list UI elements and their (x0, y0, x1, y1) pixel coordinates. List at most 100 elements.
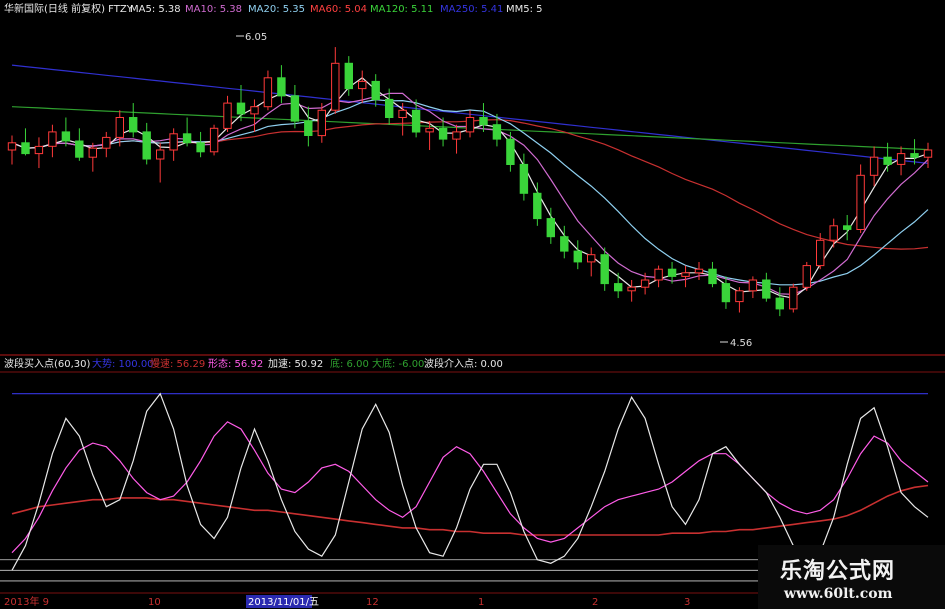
ma60-label: MA60: 5.04 (310, 4, 367, 15)
ma20-label: MA20: 5.35 (248, 4, 305, 15)
ma10-label: MA10: 5.38 (185, 4, 242, 15)
low-price-annotation: 4.56 (730, 338, 752, 349)
candle-up (7, 142, 17, 151)
candle-down (533, 192, 542, 220)
shape-label: 形态: 56.92 (208, 357, 263, 370)
time-label-sep: 2013年 9 (4, 595, 49, 608)
candle-up (358, 80, 367, 90)
candle-down (304, 120, 313, 136)
candle-up (156, 149, 165, 160)
candle-up (748, 279, 758, 292)
candle-down (843, 225, 852, 230)
candle-down (708, 268, 717, 285)
candle-up (425, 127, 434, 133)
candle-down (573, 250, 582, 263)
candle-down (560, 236, 569, 252)
candle-up (317, 109, 327, 137)
candle-up (34, 145, 44, 155)
candle-down (775, 297, 784, 310)
candle-down (129, 117, 138, 133)
candle-up (654, 268, 663, 281)
candle-up (640, 279, 650, 288)
candle-down (883, 156, 892, 165)
indicator-header: 波段买入点(60,30) 大势: 100.00 慢速: 56.29 形态: 56… (4, 357, 503, 370)
price-header: 华新国际(日线 前复权) FTZY MA5: 5.38 MA10: 5.38 M… (4, 2, 543, 15)
candle-down (411, 109, 421, 133)
candle-down (61, 131, 71, 142)
candle-down (75, 140, 84, 158)
candle-down (721, 283, 731, 303)
ma250-label: MA250: 5.41 (440, 4, 503, 15)
time-label-feb: 2 (592, 597, 598, 608)
candle-down (614, 283, 623, 292)
candle-down (344, 62, 354, 90)
big-trend-label: 大势: 100.00 (92, 357, 154, 370)
candle-down (290, 95, 300, 122)
watermark-logo-text: 乐淘公式网 (780, 559, 896, 584)
accel-label: 加速: 50.92 (268, 358, 323, 370)
candle-up (48, 131, 57, 147)
candle-down (519, 163, 529, 194)
candle-down (277, 77, 286, 97)
candle-up (331, 62, 340, 111)
candle-up (923, 149, 933, 158)
candle-down (506, 138, 515, 165)
bottom-label: 底: 6.00 (330, 357, 369, 370)
candle-down (182, 133, 192, 144)
candle-up (735, 290, 744, 303)
candle-down (910, 153, 919, 158)
candle-down (479, 117, 488, 126)
candle-down (600, 254, 609, 285)
candle-down (196, 142, 205, 153)
stock-chart[interactable]: 华新国际(日线 前复权) FTZY MA5: 5.38 MA10: 5.38 M… (0, 0, 945, 609)
entry-point-label: 波段介入点: 0.00 (424, 357, 503, 370)
candle-down (385, 98, 394, 119)
time-label-mar: 3 (684, 597, 690, 608)
big-bottom-label: 大底: -6.00 (372, 357, 424, 370)
candle-down (236, 102, 246, 115)
candle-up (627, 286, 636, 292)
candle-down (492, 124, 502, 140)
candle-up (856, 174, 865, 231)
candle-up (465, 117, 475, 133)
stock-title: 华新国际(日线 前复权) FTZY (4, 2, 134, 15)
candle-up (250, 106, 259, 115)
candle-up (115, 117, 124, 138)
candle-up (816, 239, 825, 267)
candle-up (209, 127, 219, 153)
time-label-dec: 12 (366, 597, 379, 608)
candle-down (546, 218, 555, 238)
candle-up (681, 272, 690, 277)
indicator-name: 波段买入点(60,30) (4, 357, 91, 370)
candle-up (263, 77, 273, 108)
mm5-label: MM5: 5 (506, 4, 543, 15)
candle-up (223, 102, 232, 129)
candle-down (667, 268, 677, 277)
candle-up (88, 147, 97, 158)
candle-down (371, 80, 380, 101)
candle-up (452, 131, 461, 140)
candle-down (142, 131, 151, 160)
time-label-jan: 1 (478, 597, 484, 608)
candle-up (789, 286, 798, 310)
ma5-label: MA5: 5.38 (130, 4, 181, 15)
time-label-oct: 10 (148, 597, 161, 608)
candle-up (829, 225, 838, 241)
watermark-url: www.60lt.com (784, 586, 893, 602)
candle-down (21, 142, 30, 155)
candle-down (438, 127, 448, 140)
candle-up (102, 136, 111, 149)
chart-background (0, 0, 945, 609)
candle-up (398, 109, 407, 119)
slow-label: 慢速: 56.29 (150, 358, 205, 370)
high-price-annotation: 6.05 (245, 32, 267, 43)
candle-up (169, 133, 178, 151)
ma120-label: MA120: 5.11 (370, 4, 433, 15)
candle-up (869, 156, 879, 176)
candle-down (762, 279, 771, 299)
time-label-highlight: 2013/11/01/五 (248, 597, 319, 608)
candle-up (587, 254, 596, 263)
candle-up (802, 265, 811, 288)
candle-up (694, 268, 704, 274)
candle-up (896, 153, 906, 165)
